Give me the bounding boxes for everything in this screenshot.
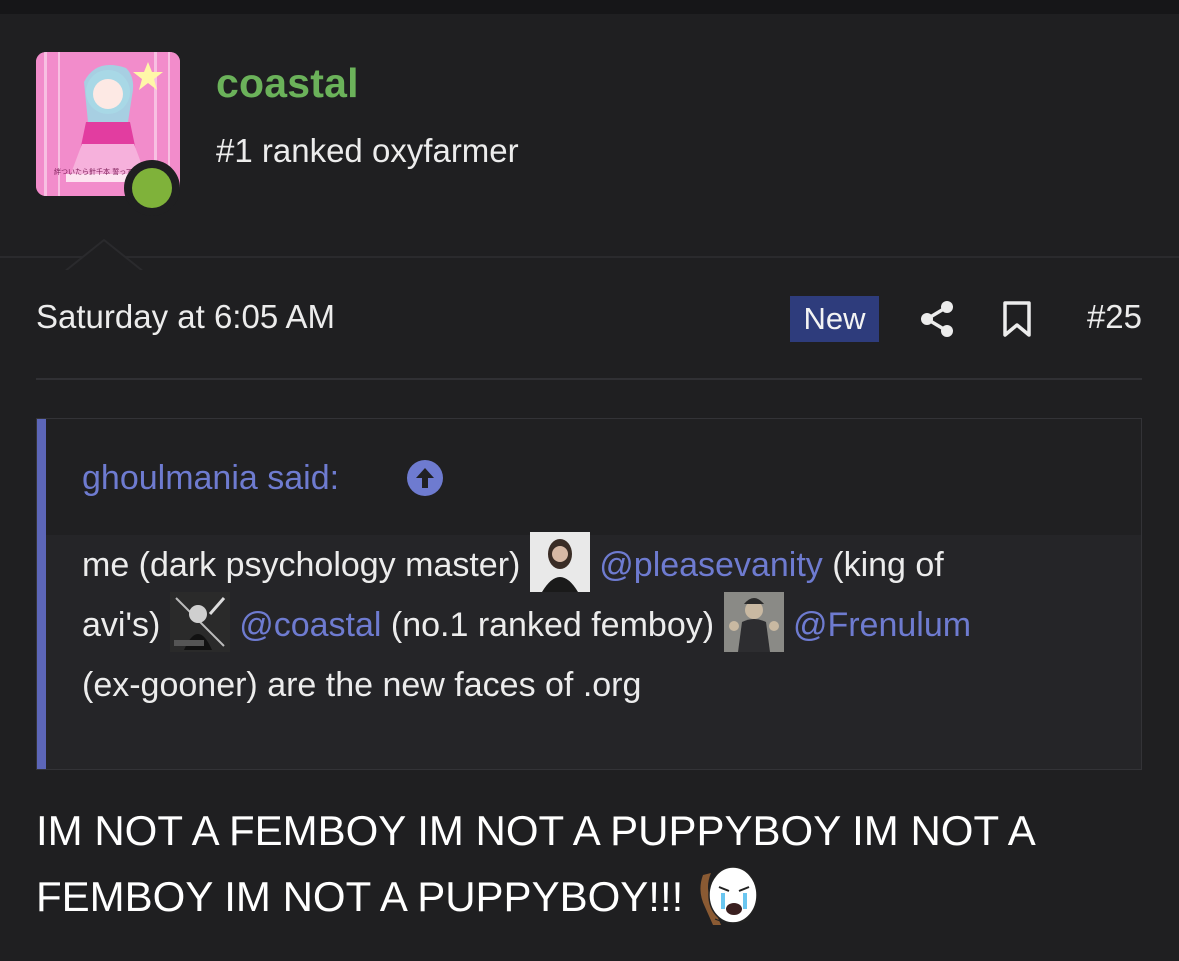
post-message: IM NOT A FEMBOY IM NOT A PUPPYBOY IM NOT… <box>36 798 1146 933</box>
panel-pointer <box>64 238 144 272</box>
quote-author-link[interactable]: ghoulmania said: <box>82 459 339 498</box>
post-number-link[interactable]: #25 <box>1087 298 1142 336</box>
quote-text: avi's) <box>82 606 170 644</box>
online-status-indicator <box>124 160 180 216</box>
quote-line-2: avi's) @coastal (no.1 ranked femboy) @Fr… <box>82 592 971 655</box>
post-timestamp[interactable]: Saturday at 6:05 AM <box>36 298 335 336</box>
author-panel: 絆ついたら針千本 誓って coastal #1 ranked oxyfarmer <box>0 14 1179 272</box>
mention-avatar-coastal[interactable] <box>169 592 230 653</box>
avatar-caption: 絆ついたら針千本 誓って <box>54 167 133 176</box>
mention-frenulum[interactable]: @Frenulum <box>793 606 971 644</box>
arrow-up-circle-icon[interactable] <box>406 459 444 497</box>
post-author-title: #1 ranked oxyfarmer <box>216 132 519 169</box>
post-header: Saturday at 6:05 AM New #25 <box>36 296 1142 342</box>
quote-line-1: me (dark psychology master) @pleasevanit… <box>82 532 944 595</box>
bookmark-icon[interactable] <box>1002 300 1032 338</box>
quote-accent-bar <box>37 419 46 769</box>
post-author-username[interactable]: coastal <box>216 60 359 107</box>
quote-header: ghoulmania said: <box>46 419 1141 535</box>
message-line-2: FEMBOY IM NOT A PUPPYBOY!!! <box>36 864 1146 933</box>
mention-coastal[interactable]: @coastal <box>239 606 381 644</box>
message-text: FEMBOY IM NOT A PUPPYBOY!!! <box>36 873 684 920</box>
header-divider <box>36 378 1142 380</box>
new-badge: New <box>790 296 879 342</box>
quote-text: me (dark psychology master) <box>82 546 530 584</box>
top-strip <box>0 0 1179 14</box>
mention-avatar-pleasevanity[interactable] <box>529 532 590 593</box>
crying-wojak-emoji <box>700 866 758 925</box>
quote-block: ghoulmania said: me (dark psychology mas… <box>36 418 1142 770</box>
mention-avatar-frenulum[interactable] <box>723 592 784 653</box>
mention-pleasevanity[interactable]: @pleasevanity <box>599 546 823 584</box>
message-line-1: IM NOT A FEMBOY IM NOT A PUPPYBOY IM NOT… <box>36 807 1036 854</box>
share-icon[interactable] <box>920 300 954 338</box>
quote-text: (no.1 ranked femboy) <box>381 606 724 644</box>
quote-text: (king of <box>822 546 944 584</box>
quote-line-3: (ex-gooner) are the new faces of .org <box>82 666 642 704</box>
